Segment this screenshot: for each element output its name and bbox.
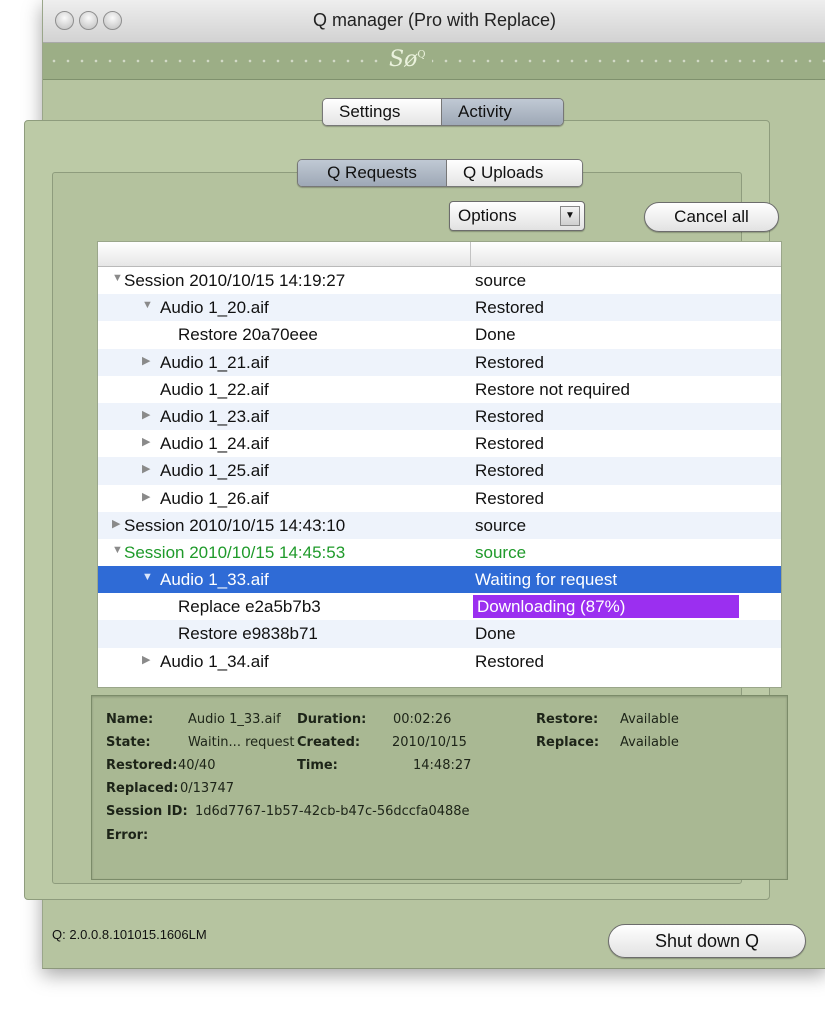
replace-value: Available <box>620 735 679 750</box>
row-status: Restored <box>475 651 544 671</box>
options-label: Options <box>458 206 517 225</box>
tab-activity[interactable]: Activity <box>441 99 563 125</box>
row-name: Audio 1_34.aif <box>160 651 269 671</box>
column-divider[interactable] <box>470 242 471 266</box>
row-status: Restored <box>475 352 544 372</box>
replace-label: Replace: <box>536 735 600 750</box>
table-row[interactable]: Replace e2a5b7b3 Downloading (87%) <box>98 593 781 620</box>
row-name: Restore e9838b71 <box>178 624 318 644</box>
disclosure-open-icon[interactable]: ▼ <box>142 299 153 311</box>
duration-value: 00:02:26 <box>393 712 452 727</box>
disclosure-open-icon[interactable]: ▼ <box>112 272 123 284</box>
table-row[interactable]: ▶ Audio 1_25.aif Restored <box>98 457 781 485</box>
restored-label: Restored: <box>106 758 178 773</box>
table-body: ▼ Session 2010/10/15 14:19:27 source ▼ Audio… <box>98 267 781 675</box>
table-row[interactable]: ▼ Session 2010/10/15 14:45:53 source <box>98 539 781 566</box>
row-name: Audio 1_33.aif <box>160 570 269 590</box>
state-value: Waitin... request <box>188 735 295 750</box>
name-label: Name: <box>106 712 154 727</box>
row-name: Replace e2a5b7b3 <box>178 597 321 617</box>
time-label: Time: <box>297 758 338 773</box>
name-value: Audio 1_33.aif <box>188 712 281 727</box>
row-status: Restored <box>475 298 544 318</box>
time-value: 14:48:27 <box>413 758 472 773</box>
session-id-value: 1d6d7767-1b57-42cb-b47c-56dccfa0488e <box>195 804 470 819</box>
replaced-value: 0/13747 <box>180 781 235 796</box>
table-row[interactable]: ▶ Session 2010/10/15 14:43:10 source <box>98 511 781 539</box>
table-row[interactable]: ▶ Audio 1_34.aif Restored <box>98 648 781 675</box>
table-row[interactable]: ▶ Audio 1_26.aif Restored <box>98 485 781 512</box>
row-status: Done <box>475 325 516 345</box>
table-row[interactable]: ▼ Audio 1_33.aif Waiting for request <box>98 566 781 594</box>
requests-table: ▼ Session 2010/10/15 14:19:27 source ▼ Audio… <box>97 241 782 688</box>
disclosure-open-icon[interactable]: ▼ <box>112 544 123 556</box>
table-row[interactable]: ▶ Audio 1_24.aif Restored <box>98 430 781 457</box>
row-status: Restored <box>475 461 544 481</box>
row-name: Audio 1_20.aif <box>160 298 269 318</box>
row-name: Audio 1_26.aif <box>160 488 269 508</box>
row-status: Restored <box>475 488 544 508</box>
sub-tab-control: Q Requests Q Uploads <box>297 159 583 187</box>
row-name: Session 2010/10/15 14:45:53 <box>124 542 346 562</box>
table-row[interactable]: ▶ Audio 1_23.aif Restored <box>98 402 781 431</box>
row-name: Session 2010/10/15 14:43:10 <box>124 515 346 535</box>
row-name: Audio 1_22.aif <box>160 379 269 399</box>
table-row[interactable]: Restore e9838b71 Done <box>98 620 781 648</box>
row-status: Restore not required <box>475 379 630 399</box>
disclosure-closed-icon[interactable]: ▶ <box>112 517 120 530</box>
table-row[interactable]: ▶ Audio 1_21.aif Restored <box>98 348 781 376</box>
tab-q-requests[interactable]: Q Requests <box>298 160 446 186</box>
tab-settings[interactable]: Settings <box>323 99 441 125</box>
shut-down-q-button[interactable]: Shut down Q <box>608 924 806 958</box>
created-value: 2010/10/15 <box>392 735 467 750</box>
row-status: source <box>475 271 527 290</box>
duration-label: Duration: <box>297 712 367 727</box>
disclosure-closed-icon[interactable]: ▶ <box>142 435 150 448</box>
logo-bar: SøQ <box>43 43 825 80</box>
error-label: Error: <box>106 828 149 843</box>
table-row[interactable]: Audio 1_22.aif Restore not required <box>98 376 781 403</box>
disclosure-closed-icon[interactable]: ▶ <box>142 653 150 666</box>
title-bar[interactable]: Q manager (Pro with Replace) <box>43 0 825 43</box>
row-name: Audio 1_23.aif <box>160 406 269 426</box>
table-row[interactable]: ▼ Audio 1_20.aif Restored <box>98 294 781 322</box>
restore-label: Restore: <box>536 712 599 727</box>
disclosure-closed-icon[interactable]: ▶ <box>142 462 150 475</box>
row-name: Audio 1_25.aif <box>160 461 269 481</box>
options-popup-button[interactable]: Options ▼ <box>449 201 585 231</box>
chevron-down-icon: ▼ <box>560 206 580 226</box>
replaced-label: Replaced: <box>106 781 179 796</box>
created-label: Created: <box>297 735 361 750</box>
table-row[interactable]: ▼ Session 2010/10/15 14:19:27 source <box>98 267 781 294</box>
row-status: Downloading (87%) <box>477 597 626 617</box>
row-status: source <box>475 542 527 562</box>
disclosure-closed-icon[interactable]: ▶ <box>142 354 150 367</box>
main-tab-control: Settings Activity <box>322 98 564 126</box>
details-panel: Name: Audio 1_33.aif State: Waitin... re… <box>91 695 788 880</box>
row-name: Audio 1_21.aif <box>160 352 269 372</box>
tab-q-uploads[interactable]: Q Uploads <box>446 160 582 186</box>
row-status: Waiting for request <box>475 570 618 590</box>
restore-value: Available <box>620 712 679 727</box>
row-status: Restored <box>475 406 544 426</box>
window-title: Q manager (Pro with Replace) <box>312 10 557 30</box>
state-label: State: <box>106 735 151 750</box>
row-name: Audio 1_24.aif <box>160 434 269 454</box>
disclosure-closed-icon[interactable]: ▶ <box>142 408 150 421</box>
row-name: Session 2010/10/15 14:19:27 <box>124 271 346 290</box>
disclosure-closed-icon[interactable]: ▶ <box>142 490 150 503</box>
session-id-label: Session ID: <box>106 804 188 819</box>
row-status: Done <box>475 624 516 644</box>
app-logo: SøQ <box>383 47 432 72</box>
version-label: Q: 2.0.0.8.101015.1606LM <box>52 927 207 942</box>
table-header <box>98 242 781 267</box>
cancel-all-button[interactable]: Cancel all <box>644 202 779 232</box>
restored-value: 40/40 <box>178 758 216 773</box>
table-row[interactable]: Restore 20a70eee Done <box>98 321 781 348</box>
row-name: Restore 20a70eee <box>178 325 318 345</box>
disclosure-open-icon[interactable]: ▼ <box>142 571 153 583</box>
row-status: source <box>475 515 527 535</box>
row-status: Restored <box>475 434 544 454</box>
